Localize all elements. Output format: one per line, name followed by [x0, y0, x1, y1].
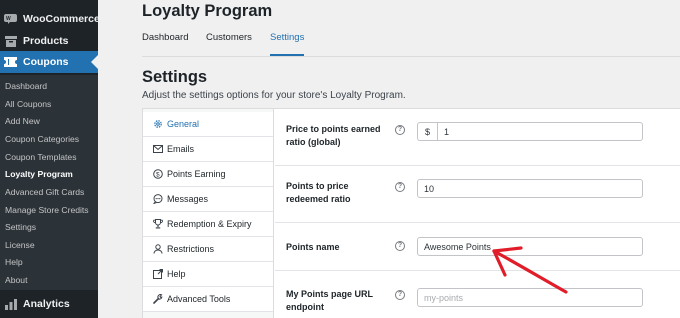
admin-sidebar: W WooCommerce Products Coupons Dashboard… [0, 0, 100, 318]
field-row-points-to-price: Points to price redeemed ratio ? 10 [275, 166, 680, 223]
settings-nav-label: General [167, 119, 200, 129]
settings-nav-label: Help [167, 269, 186, 279]
price-to-points-input[interactable]: 1 [437, 122, 643, 141]
woocommerce-icon: W [4, 13, 17, 25]
dollar-circle-icon: $ [153, 169, 163, 179]
settings-nav-restrictions[interactable]: Restrictions [143, 237, 273, 262]
help-icon[interactable]: ? [395, 182, 405, 192]
settings-nav: General Emails $ Points Earning Messages [143, 109, 274, 318]
settings-nav-help[interactable]: Help [143, 262, 273, 287]
help-icon[interactable]: ? [395, 290, 405, 300]
box-icon [4, 35, 17, 47]
tab-dashboard[interactable]: Dashboard [142, 32, 188, 43]
ticket-icon [4, 56, 17, 68]
settings-nav-label: Emails [167, 144, 195, 154]
submenu-item-dashboard[interactable]: Dashboard [5, 81, 47, 91]
menu-woocommerce[interactable]: W WooCommerce [0, 8, 100, 30]
settings-nav-label: Messages [167, 194, 209, 204]
help-icon[interactable]: ? [395, 125, 405, 135]
settings-nav-emails[interactable]: Emails [143, 137, 273, 162]
points-to-price-label: Points to price redeemed ratio [286, 181, 351, 204]
settings-nav-label: Redemption & Expiry [167, 219, 252, 229]
my-points-url-input[interactable]: my-points [417, 288, 643, 307]
menu-products-label: Products [23, 35, 69, 47]
user-icon [153, 244, 163, 254]
submenu-item-coupon-categories[interactable]: Coupon Categories [5, 134, 79, 144]
page-title: Loyalty Program [142, 2, 273, 20]
points-to-price-input[interactable]: 10 [417, 179, 643, 198]
external-link-icon [153, 269, 163, 279]
settings-description: Adjust the settings options for your sto… [142, 90, 406, 101]
submenu-item-loyalty-program[interactable]: Loyalty Program [5, 169, 73, 179]
menu-coupons[interactable]: Coupons [0, 51, 98, 73]
gear-icon [153, 119, 163, 129]
svg-text:$: $ [156, 172, 160, 179]
speech-bubble-icon [153, 194, 163, 204]
svg-text:W: W [6, 16, 11, 22]
tab-customers[interactable]: Customers [206, 32, 252, 43]
settings-nav-redemption-expiry[interactable]: Redemption & Expiry [143, 212, 273, 237]
settings-nav-label: Advanced Tools [167, 294, 231, 304]
submenu-item-license[interactable]: License [5, 240, 35, 250]
menu-analytics[interactable]: Analytics [0, 293, 98, 315]
price-to-points-label: Price to points earned ratio (global) [286, 124, 381, 147]
submenu-item-add-new[interactable]: Add New [5, 116, 40, 126]
envelope-icon [153, 144, 163, 154]
main-content: Loyalty Program Dashboard Customers Sett… [98, 0, 680, 318]
submenu-item-advanced-gift-cards[interactable]: Advanced Gift Cards [5, 187, 84, 197]
trophy-icon [153, 219, 163, 229]
menu-woocommerce-label: WooCommerce [23, 13, 100, 25]
bar-chart-icon [4, 298, 17, 310]
tab-settings[interactable]: Settings [270, 32, 305, 56]
menu-analytics-label: Analytics [23, 298, 70, 310]
menu-products[interactable]: Products [0, 30, 98, 52]
currency-prefix: $ [417, 122, 437, 141]
submenu-item-about[interactable]: About [5, 275, 27, 285]
wrench-icon [153, 294, 163, 304]
submenu-item-manage-store-credits[interactable]: Manage Store Credits [5, 205, 89, 215]
help-icon[interactable]: ? [395, 241, 405, 251]
submenu-item-help[interactable]: Help [5, 257, 23, 267]
field-row-price-to-points: Price to points earned ratio (global) ? … [275, 109, 680, 166]
settings-nav-label: Points Earning [167, 169, 226, 179]
points-name-input[interactable]: Awesome Points [417, 237, 643, 256]
field-row-points-name: Points name ? Awesome Points [275, 223, 680, 271]
menu-coupons-label: Coupons [23, 56, 69, 68]
field-row-my-points-url: My Points page URL endpoint ? my-points [275, 271, 680, 318]
my-points-url-label: My Points page URL endpoint [286, 289, 373, 312]
settings-nav-advanced-tools[interactable]: Advanced Tools [143, 287, 273, 312]
submenu-item-all-coupons[interactable]: All Coupons [5, 99, 51, 109]
coupons-submenu: Dashboard All Coupons Add New Coupon Cat… [0, 75, 98, 290]
points-name-label: Points name [286, 242, 340, 252]
submenu-item-settings[interactable]: Settings [5, 222, 36, 232]
settings-nav-points-earning[interactable]: $ Points Earning [143, 162, 273, 187]
settings-nav-messages[interactable]: Messages [143, 187, 273, 212]
settings-nav-label: Restrictions [167, 244, 215, 254]
settings-panel: General Emails $ Points Earning Messages [142, 108, 680, 318]
settings-heading: Settings [142, 68, 208, 86]
settings-nav-general[interactable]: General [143, 112, 273, 137]
tabs-divider [142, 56, 680, 57]
submenu-item-coupon-templates[interactable]: Coupon Templates [5, 152, 77, 162]
